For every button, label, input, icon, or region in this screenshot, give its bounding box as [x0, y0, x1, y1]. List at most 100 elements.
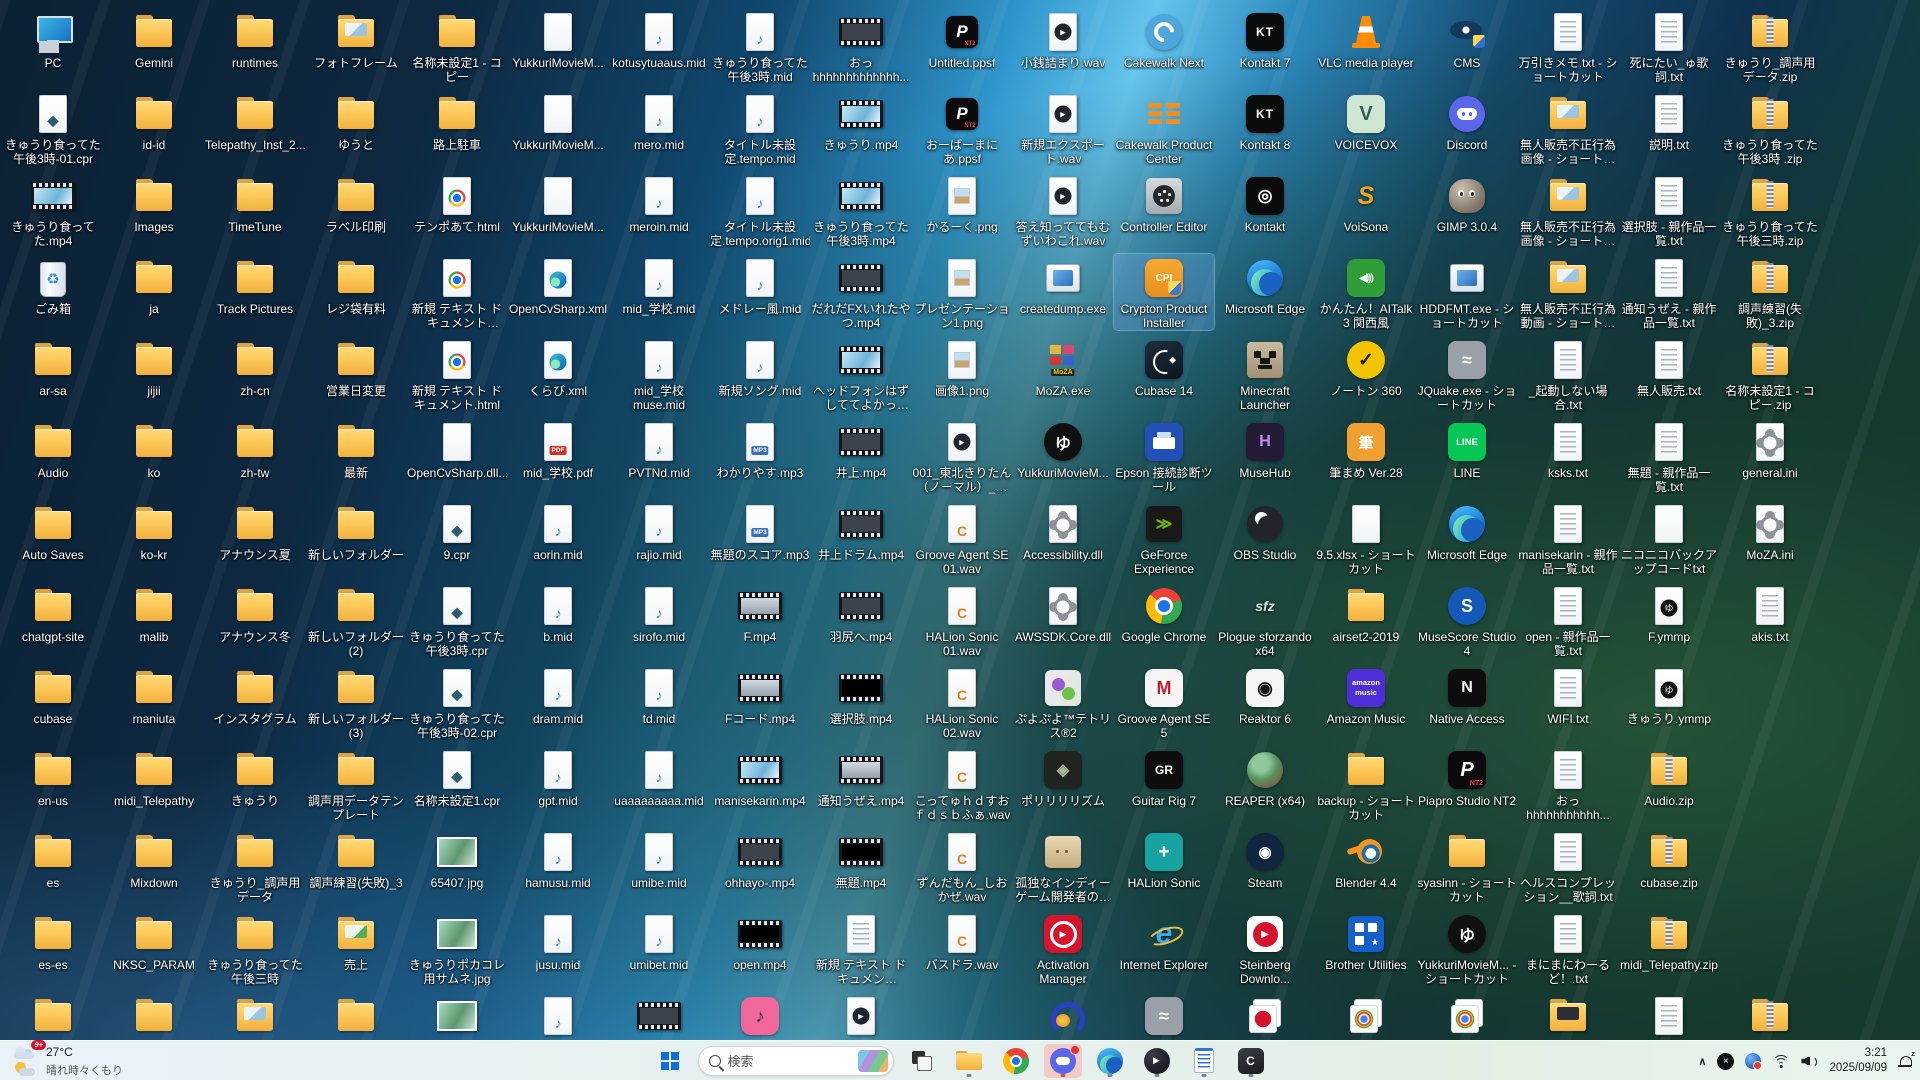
desktop-icon[interactable]: ゆ YukkuriMovieM...	[1013, 418, 1113, 480]
desktop-icon[interactable]: ♪ aorin.mid	[508, 500, 608, 562]
desktop-icon[interactable]: 営業日変更	[306, 336, 406, 398]
desktop-icon[interactable]: フォトフレーム	[306, 8, 406, 70]
desktop-icon[interactable]: es	[3, 828, 103, 890]
desktop-icon[interactable]: ヘルスコンプレッション__歌詞.txt	[1518, 828, 1618, 904]
tray-close-app-icon[interactable]: ×	[1717, 1052, 1735, 1070]
desktop-icon[interactable]: Discord	[1417, 90, 1517, 152]
desktop-icon[interactable]: 新規エクスポート.wav	[1013, 90, 1113, 166]
desktop-icon[interactable]: ♪ sirofo.mid	[609, 582, 709, 644]
desktop-icon[interactable]: Piapro Studio NT2	[1417, 746, 1517, 808]
desktop-icon[interactable]: レジ袋有料	[306, 254, 406, 316]
desktop-icon[interactable]: Accessibility.dll	[1013, 500, 1113, 562]
desktop-icon[interactable]: 小銭詰まり.wav	[1013, 8, 1113, 70]
desktop-icon[interactable]: 死にたい_ゅ歌詞.txt	[1619, 8, 1719, 84]
desktop-icon[interactable]: だれだFXいれたやつ.mp4	[811, 254, 911, 330]
desktop-icon[interactable]: Auto Saves	[3, 500, 103, 562]
desktop-icon[interactable]: まにまにわーるど！.txt	[1518, 910, 1618, 986]
desktop-icon[interactable]: S VoiSona	[1316, 172, 1416, 235]
volume-icon[interactable]	[1801, 1054, 1818, 1068]
desktop-icon[interactable]: 新規 テキスト ドキュメント.musicxml	[811, 910, 911, 986]
desktop-icon[interactable]: ♪MP3 わかりやす.mp3	[710, 418, 810, 480]
desktop-icon[interactable]	[306, 992, 406, 1040]
desktop-icon[interactable]: 001_東北きりたん（ノーマル）_今じゃ...	[912, 418, 1012, 494]
desktop-icon[interactable]: V VOICEVOX	[1316, 90, 1416, 152]
desktop-icon[interactable]: Microsoft Edge	[1215, 254, 1315, 316]
desktop-icon[interactable]: ◉ Reaktor 6	[1215, 664, 1315, 726]
desktop-icon[interactable]: YukkuriMovieM...	[508, 8, 608, 70]
desktop-icon[interactable]: cubase.zip	[1619, 828, 1719, 890]
desktop-icon[interactable]: YukkuriMovieM...	[508, 90, 608, 152]
search-highlights-icon[interactable]	[857, 1049, 888, 1072]
desktop-icon[interactable]: プレゼンテーション1.png	[912, 254, 1012, 330]
desktop-icon[interactable]: おっ hhhhhhhhhhhhh...	[811, 8, 911, 84]
desktop-icon[interactable]: ◎ Kontakt	[1215, 172, 1315, 234]
desktop-icon[interactable]: Steinberg Downlo...	[1215, 910, 1315, 986]
desktop-icon[interactable]: Fコード.mp4	[710, 664, 810, 726]
desktop-icon[interactable]: MoZA.ini	[1720, 500, 1820, 562]
desktop-icon[interactable]: きゅうり食ってた午後3時 .zip	[1720, 90, 1820, 166]
desktop-icon[interactable]: 答え知っててもむずいわこれ.wav	[1013, 172, 1113, 248]
desktop-icon[interactable]: きゅうり食ってた午後三時	[205, 910, 305, 986]
desktop-icon[interactable]: 65407.jpg	[407, 828, 507, 890]
desktop-icon[interactable]: ぷよぷよ™テトリス®2	[1013, 664, 1113, 740]
desktop-icon[interactable]: WIFI.txt	[1518, 664, 1618, 726]
desktop-icon[interactable]: Google Chrome	[1114, 582, 1214, 644]
desktop-icon[interactable]: ♪ mero.mid	[609, 90, 709, 152]
desktop-icon[interactable]: LINE LINE	[1417, 418, 1517, 480]
desktop-icon[interactable]: cubase	[3, 664, 103, 726]
desktop-icon[interactable]: 無題 - 親作品一覧.txt	[1619, 418, 1719, 494]
desktop-icon[interactable]: ≈	[1114, 992, 1214, 1040]
desktop-icon[interactable]: 井上ドラム.mp4	[811, 500, 911, 562]
desktop-icon[interactable]: ニコニコバックアップコードtxt	[1619, 500, 1719, 576]
desktop-icon[interactable]: amazon music Amazon Music	[1316, 664, 1416, 726]
desktop-icon[interactable]: Images	[104, 172, 204, 234]
desktop-icon[interactable]: GIMP 3.0.4	[1417, 172, 1517, 234]
desktop-icon[interactable]: CMS	[1417, 8, 1517, 70]
desktop-icon[interactable]: 名称未設定1 - コピー	[407, 8, 507, 84]
desktop-icon[interactable]: ohhayo-.mp4	[710, 828, 810, 890]
desktop-icon[interactable]	[407, 992, 507, 1040]
desktop-icon[interactable]: ♪ kotusytuaaus.mid	[609, 8, 709, 70]
desktop-icon[interactable]: ◆ 名称未設定1.cpr	[407, 746, 507, 808]
desktop-icon[interactable]: 無人販売不正行為動画 - ショートカット	[1518, 254, 1618, 330]
desktop-icon[interactable]: 新規 テキスト ドキュメント (2).html	[407, 254, 507, 330]
desktop-icon[interactable]	[1316, 992, 1416, 1040]
desktop-icon[interactable]: ♪ 新規ソング.mid	[710, 336, 810, 398]
desktop-icon[interactable]: かるーく.png	[912, 172, 1012, 234]
desktop-icon[interactable]: ♪ uaaaaaaaaa.mid	[609, 746, 709, 808]
desktop-icon[interactable]: Minecraft Launcher	[1215, 336, 1315, 412]
desktop-icon[interactable]: manisekarin.mp4	[710, 746, 810, 808]
desktop-icon[interactable]: 新しいフォルダー (2)	[306, 582, 406, 658]
desktop-icon[interactable]: PDF mid_学校.pdf	[508, 418, 608, 480]
desktop-icon[interactable]: きゅうり食ってた.mp4	[3, 172, 103, 248]
desktop-icon[interactable]: 調声練習(失敗)_3.zip	[1720, 254, 1820, 330]
desktop-icon[interactable]: テンポあて.html	[407, 172, 507, 234]
desktop-icon[interactable]: ♪ rajio.mid	[609, 500, 709, 562]
desktop-icon[interactable]: きゅうり_調声用データ.zip	[1720, 8, 1820, 84]
desktop-icon[interactable]: くらび.xml	[508, 336, 608, 398]
desktop-icon[interactable]: 調声用データテンプレート	[306, 746, 406, 822]
desktop-icon[interactable]: ◆ 9.cpr	[407, 500, 507, 562]
desktop-icon[interactable]: ♪ mid_学校muse.mid	[609, 336, 709, 412]
cubase-button[interactable]: C	[1232, 1044, 1270, 1078]
desktop-icon[interactable]: ≈ JQuake.exe - ショートカット	[1417, 336, 1517, 412]
desktop-icon[interactable]: zh-cn	[205, 336, 305, 398]
desktop-icon[interactable]: + HALion Sonic	[1114, 828, 1214, 890]
desktop-icon[interactable]: Audio	[3, 418, 103, 480]
wifi-icon[interactable]	[1772, 1054, 1791, 1068]
desktop-icon[interactable]: ◆ きゅうり食ってた午後3時-02.cpr	[407, 664, 507, 740]
desktop-icon[interactable]: KT Kontakt 7	[1215, 8, 1315, 70]
desktop-icon[interactable]: C Groove Agent SE 01.wav	[912, 500, 1012, 576]
desktop-icon[interactable]: Cakewalk Product Center	[1114, 90, 1214, 166]
notepad-button[interactable]	[1185, 1044, 1223, 1078]
desktop-icon[interactable]: sfz Plogue sforzando x64	[1215, 582, 1315, 658]
desktop-icon[interactable]: ゆうと	[306, 90, 406, 152]
desktop-icon[interactable]: id-id	[104, 90, 204, 152]
desktop-icon[interactable]: MoZA.exe	[1013, 336, 1113, 398]
desktop-icon[interactable]: C HALion Sonic 02.wav	[912, 664, 1012, 740]
desktop-icon[interactable]: ksks.txt	[1518, 418, 1618, 480]
desktop-icon[interactable]: akis.txt	[1720, 582, 1820, 644]
desktop-icon[interactable]: Track Pictures	[205, 254, 305, 316]
desktop-icon[interactable]: ♪ dram.mid	[508, 664, 608, 726]
desktop-icon[interactable]: Cakewalk Next	[1114, 8, 1214, 70]
